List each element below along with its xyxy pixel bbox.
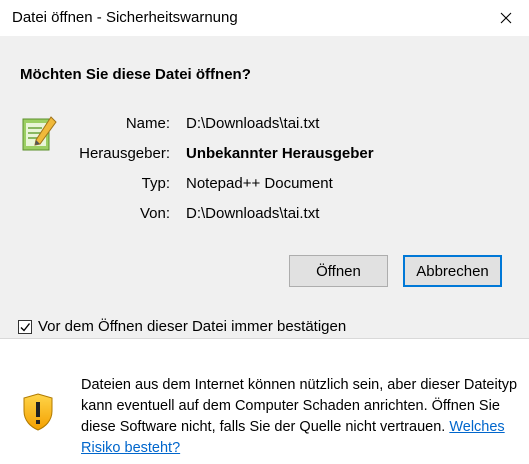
name-value: D:\Downloads\tai.txt — [186, 115, 320, 132]
window-title: Datei öffnen - Sicherheitswarnung — [12, 9, 238, 26]
name-label: Name: — [125, 115, 170, 132]
cancel-button[interactable]: Abbrechen — [403, 255, 502, 287]
confirm-checkbox-label[interactable]: Vor dem Öffnen dieser Datei immer bestät… — [38, 318, 346, 335]
type-label: Typ: — [141, 175, 170, 192]
publisher-label: Herausgeber: — [79, 145, 170, 162]
close-button[interactable] — [483, 0, 529, 36]
title-bar: Datei öffnen - Sicherheitswarnung — [0, 0, 529, 36]
checkmark-icon — [20, 322, 31, 332]
from-value: D:\Downloads\tai.txt — [186, 205, 320, 222]
publisher-value: Unbekannter Herausgeber — [186, 145, 374, 162]
from-label: Von: — [139, 205, 170, 222]
warning-shield-icon — [22, 393, 54, 431]
warning-text: Dateien aus dem Internet können nützlich… — [81, 375, 521, 459]
confirm-checkbox[interactable] — [18, 319, 32, 334]
dialog-content: Möchten Sie diese Datei öffnen? Name: D:… — [0, 36, 529, 338]
type-value: Notepad++ Document — [186, 175, 333, 192]
confirm-checkbox-row[interactable]: Vor dem Öffnen dieser Datei immer bestät… — [18, 318, 346, 335]
open-button[interactable]: Öffnen — [289, 255, 388, 287]
dialog-heading: Möchten Sie diese Datei öffnen? — [20, 66, 251, 83]
warning-footer: Dateien aus dem Internet können nützlich… — [0, 339, 529, 464]
close-icon — [500, 12, 512, 24]
